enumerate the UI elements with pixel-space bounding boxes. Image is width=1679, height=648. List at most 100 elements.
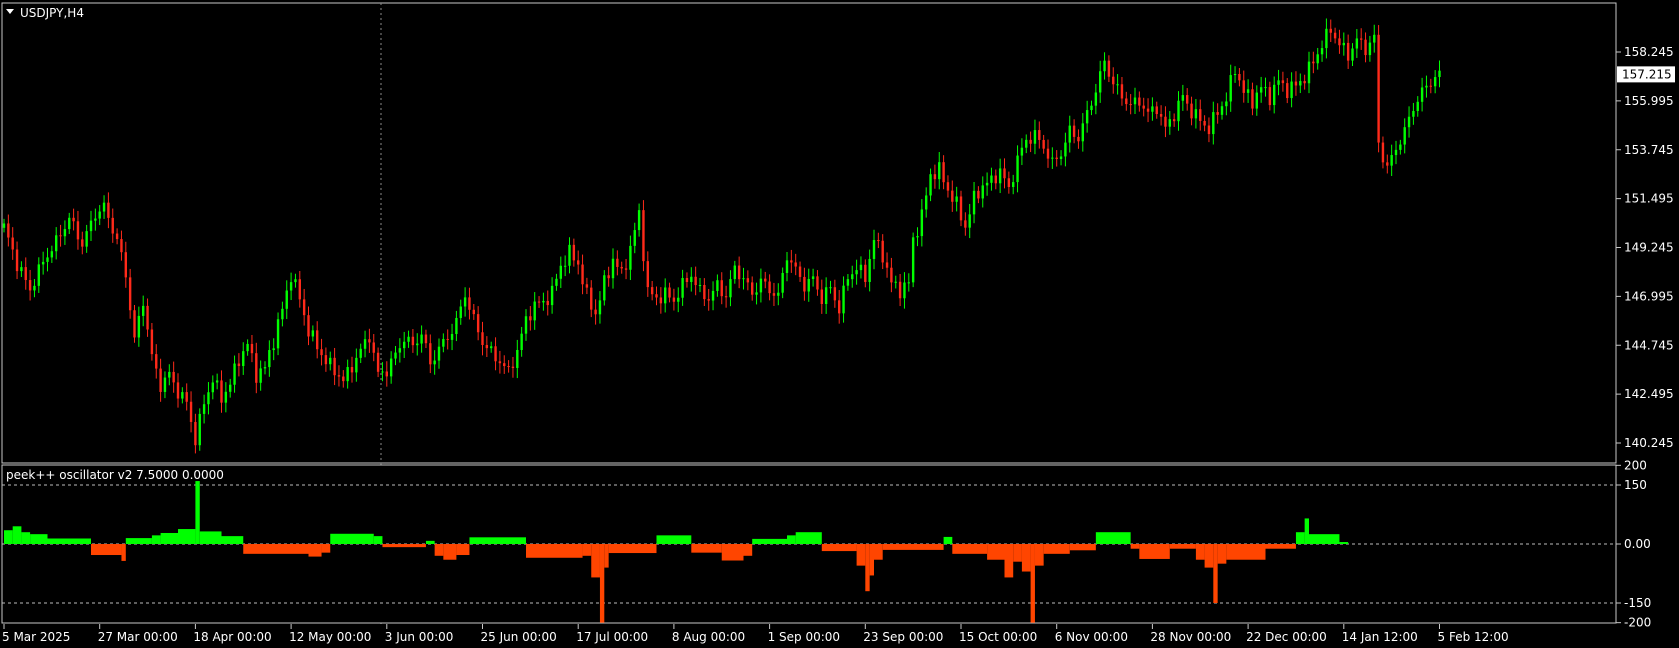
oscillator-bar [1169,544,1196,549]
oscillator-bar [1295,532,1305,544]
oscillator-bar [4,530,13,544]
candle-body [68,217,71,230]
candle-body [559,265,562,279]
candle-body [1346,42,1350,61]
candle-body [1294,81,1298,86]
candle-body [324,355,328,365]
candle-body [1333,32,1337,39]
candle-body [259,368,262,383]
candle-body [176,382,180,399]
candle-body [664,287,667,304]
candle-body [755,292,758,295]
candle-body [1146,108,1150,112]
candle-body [385,371,388,377]
oscillator-bar [987,544,1005,560]
candle-body [624,268,628,270]
trading-chart[interactable]: USDJPY,H4 158.245 155.995 153.745 151.495 14… [0,0,1679,648]
candle-body [1429,85,1432,87]
candle-body [681,278,684,298]
candle-body [72,217,75,222]
candle-body [211,382,214,393]
candle-body [911,237,915,283]
candle-body [659,297,663,304]
oscillator-bar [1339,542,1349,544]
candle-body [242,351,245,367]
candle-body [707,299,710,301]
candle-body [1264,87,1267,89]
candle-body [98,211,101,219]
candle-body [1420,87,1424,102]
candle-body [363,339,367,349]
candle-body [1081,123,1084,142]
candle-body [146,305,149,330]
candle-body [246,343,249,352]
candle-body [2,223,6,228]
candle-body [120,239,123,253]
oscillator-bar [743,544,753,556]
candle-body [616,258,619,267]
oscillator-tick-label: -150 [1624,596,1651,610]
candle-body [1125,98,1128,105]
candle-body [1177,100,1180,122]
candle-body [111,217,114,234]
candle-body [537,301,541,303]
candle-body [1051,157,1054,159]
oscillator-bar [795,532,822,544]
candle-body [81,239,84,247]
candle-body [646,261,649,288]
candle-body [50,251,54,258]
candle-body [959,196,963,221]
candle-body [159,368,162,392]
candle-body [724,296,728,298]
candle-body [1355,38,1359,49]
oscillator-bar [1004,544,1014,578]
candle-body [811,276,815,279]
candle-body [1407,116,1411,128]
candle-body [1025,139,1028,148]
candle-body [237,363,241,367]
time-tick-label: 22 Dec 00:00 [1246,630,1327,644]
candle-body [1373,34,1376,43]
candle-body [507,366,510,368]
candle-body [1068,125,1071,143]
candle-body [890,267,893,283]
oscillator-bar [1095,532,1131,544]
price-tick-label: 146.995 [1624,289,1674,303]
oscillator-bar [1030,544,1035,623]
candle-body [481,332,484,346]
candle-body [1164,116,1167,127]
candle-body [202,404,206,414]
candle-body [872,240,876,259]
candle-body [794,262,797,267]
candle-body [1386,162,1389,166]
candle-body [55,235,58,252]
candle-body [289,282,293,291]
candle-body [398,348,402,353]
candle-body [1299,81,1302,86]
price-axis: 158.245 155.995 153.745 151.495 149.245 146.9… [1616,45,1674,450]
oscillator-bar [952,544,988,554]
candle-body [163,377,167,392]
candle-body [33,285,36,291]
oscillator-bar [582,544,592,556]
candle-body [490,346,493,349]
candle-body [1312,61,1315,64]
candle-body [594,309,597,315]
oscillator-bar [330,533,374,544]
candle-body [716,280,719,291]
candle-body [485,345,489,349]
oscillator-bar [221,536,244,544]
candle-body [881,240,884,263]
candle-body [394,352,397,359]
candle-body [1007,178,1011,187]
candle-body [894,281,897,283]
candle-body [420,334,423,344]
candle-body [742,278,745,280]
oscillator-bar [1213,544,1218,603]
candle-body [272,348,275,351]
candle-body [720,280,723,297]
candle-body [785,260,789,273]
oscillator-bar [12,526,22,544]
candle-body [7,223,10,238]
oscillator-bar [1195,544,1205,560]
